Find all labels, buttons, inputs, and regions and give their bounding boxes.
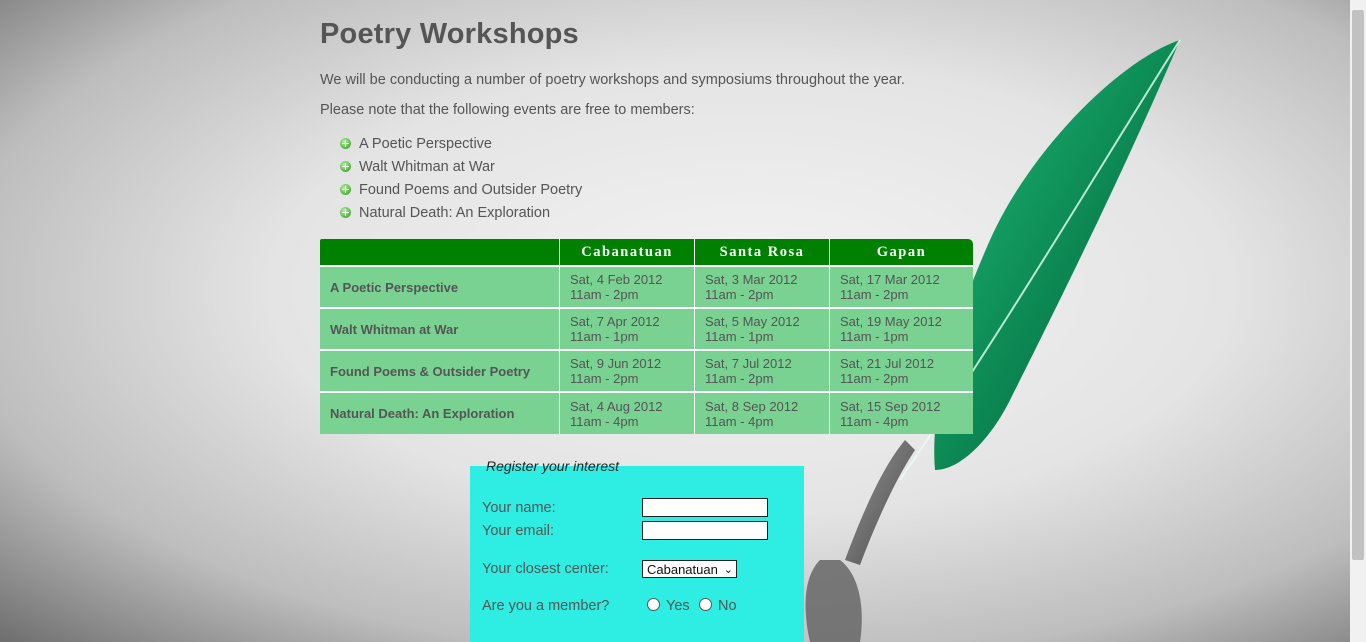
name-input[interactable] [642, 498, 768, 517]
member-label: Are you a member? [482, 598, 610, 614]
member-no-label[interactable]: No [718, 598, 737, 614]
scrollbar-thumb[interactable] [1352, 10, 1364, 560]
schedule-cell: Sat, 21 Jul 2012 11am - 2pm [829, 351, 973, 393]
time-text: 11am - 2pm [840, 287, 909, 302]
intro-text: We will be conducting a number of poetry… [320, 72, 905, 88]
event-label: Found Poems and Outsider Poetry [359, 181, 583, 198]
date-text: Sat, 8 Sep 2012 [705, 398, 799, 414]
date-text: Sat, 19 May 2012 [840, 314, 942, 329]
date-text: Sat, 4 Aug 2012 [570, 398, 663, 414]
time-text: 11am - 2pm [705, 287, 774, 302]
time-text: 11am - 2pm [570, 287, 639, 302]
header-cell-gapan: Gapan [829, 239, 973, 267]
schedule-cell: Sat, 8 Sep 2012 11am - 4pm [694, 393, 829, 434]
schedule-cell: Sat, 7 Jul 2012 11am - 2pm [694, 351, 829, 393]
schedule-cell: Sat, 19 May 2012 11am - 1pm [829, 309, 973, 351]
time-text: 11am - 1pm [570, 329, 639, 344]
schedule-table: Cabanatuan Santa Rosa Gapan A Poetic Per… [320, 239, 973, 434]
schedule-cell: Sat, 4 Feb 2012 11am - 2pm [559, 267, 694, 309]
header-cell-blank [320, 239, 559, 267]
date-text: Sat, 7 Apr 2012 [570, 314, 660, 329]
member-yes-label[interactable]: Yes [666, 598, 690, 614]
event-label: Natural Death: An Exploration [359, 204, 551, 221]
time-text: 11am - 2pm [840, 371, 909, 386]
table-row: Natural Death: An Exploration Sat, 4 Aug… [320, 393, 973, 434]
plus-circle-icon [340, 138, 351, 149]
header-cell-cabanatuan: Cabanatuan [559, 239, 694, 267]
table-header-row: Cabanatuan Santa Rosa Gapan [320, 239, 973, 267]
note-text: Please note that the following events ar… [320, 102, 695, 118]
time-text: 11am - 4pm [840, 413, 909, 429]
plus-circle-icon [340, 207, 351, 218]
events-list: A Poetic Perspective Walt Whitman at War… [340, 132, 582, 224]
plus-circle-icon [340, 161, 351, 172]
chevron-down-icon: ⌄ [723, 564, 733, 576]
event-name-cell: A Poetic Perspective [320, 267, 559, 309]
page-scrollbar[interactable] [1350, 0, 1366, 642]
date-text: Sat, 4 Feb 2012 [570, 272, 663, 287]
time-text: 11am - 4pm [570, 413, 639, 429]
time-text: 11am - 2pm [570, 371, 639, 386]
email-input[interactable] [642, 521, 768, 540]
schedule-cell: Sat, 9 Jun 2012 11am - 2pm [559, 351, 694, 393]
center-select[interactable]: Cabanatuan ⌄ [642, 560, 737, 578]
event-name-cell: Natural Death: An Exploration [320, 393, 559, 434]
event-name-cell: Walt Whitman at War [320, 309, 559, 351]
table-row: Walt Whitman at War Sat, 7 Apr 2012 11am … [320, 309, 973, 351]
name-label: Your name: [482, 500, 556, 516]
page-title: Poetry Workshops [320, 18, 579, 50]
header-cell-santa-rosa: Santa Rosa [694, 239, 829, 267]
date-text: Sat, 15 Sep 2012 [840, 398, 941, 414]
list-item: Natural Death: An Exploration [340, 201, 582, 224]
date-text: Sat, 21 Jul 2012 [840, 356, 934, 371]
member-yes-radio[interactable] [647, 598, 660, 611]
plus-circle-icon [340, 184, 351, 195]
list-item: A Poetic Perspective [340, 132, 582, 155]
event-label: A Poetic Perspective [359, 135, 492, 152]
time-text: 11am - 1pm [705, 329, 774, 344]
schedule-cell: Sat, 3 Mar 2012 11am - 2pm [694, 267, 829, 309]
time-text: 11am - 1pm [840, 329, 909, 344]
table-row: A Poetic Perspective Sat, 4 Feb 2012 11am… [320, 267, 973, 309]
event-name-cell: Found Poems & Outsider Poetry [320, 351, 559, 393]
event-label: Walt Whitman at War [359, 158, 495, 175]
center-label: Your closest center: [482, 561, 609, 577]
date-text: Sat, 7 Jul 2012 [705, 356, 792, 371]
member-no-radio[interactable] [699, 598, 712, 611]
list-item: Walt Whitman at War [340, 155, 582, 178]
date-text: Sat, 3 Mar 2012 [705, 272, 798, 287]
main-content: Poetry Workshops We will be conducting a… [320, 0, 980, 434]
schedule-cell: Sat, 4 Aug 2012 11am - 4pm [559, 393, 694, 434]
schedule-cell: Sat, 5 May 2012 11am - 1pm [694, 309, 829, 351]
schedule-cell: Sat, 7 Apr 2012 11am - 1pm [559, 309, 694, 351]
form-legend: Register your interest [486, 458, 620, 474]
table-row: Found Poems & Outsider Poetry Sat, 9 Jun… [320, 351, 973, 393]
time-text: 11am - 4pm [705, 413, 774, 429]
registration-form [470, 466, 804, 642]
date-text: Sat, 17 Mar 2012 [840, 272, 940, 287]
schedule-cell: Sat, 15 Sep 2012 11am - 4pm [829, 393, 973, 434]
email-label: Your email: [482, 523, 555, 539]
list-item: Found Poems and Outsider Poetry [340, 178, 582, 201]
date-text: Sat, 9 Jun 2012 [570, 356, 662, 371]
date-text: Sat, 5 May 2012 [705, 314, 800, 329]
center-select-value: Cabanatuan [647, 561, 718, 577]
schedule-cell: Sat, 17 Mar 2012 11am - 2pm [829, 267, 973, 309]
time-text: 11am - 2pm [705, 371, 774, 386]
